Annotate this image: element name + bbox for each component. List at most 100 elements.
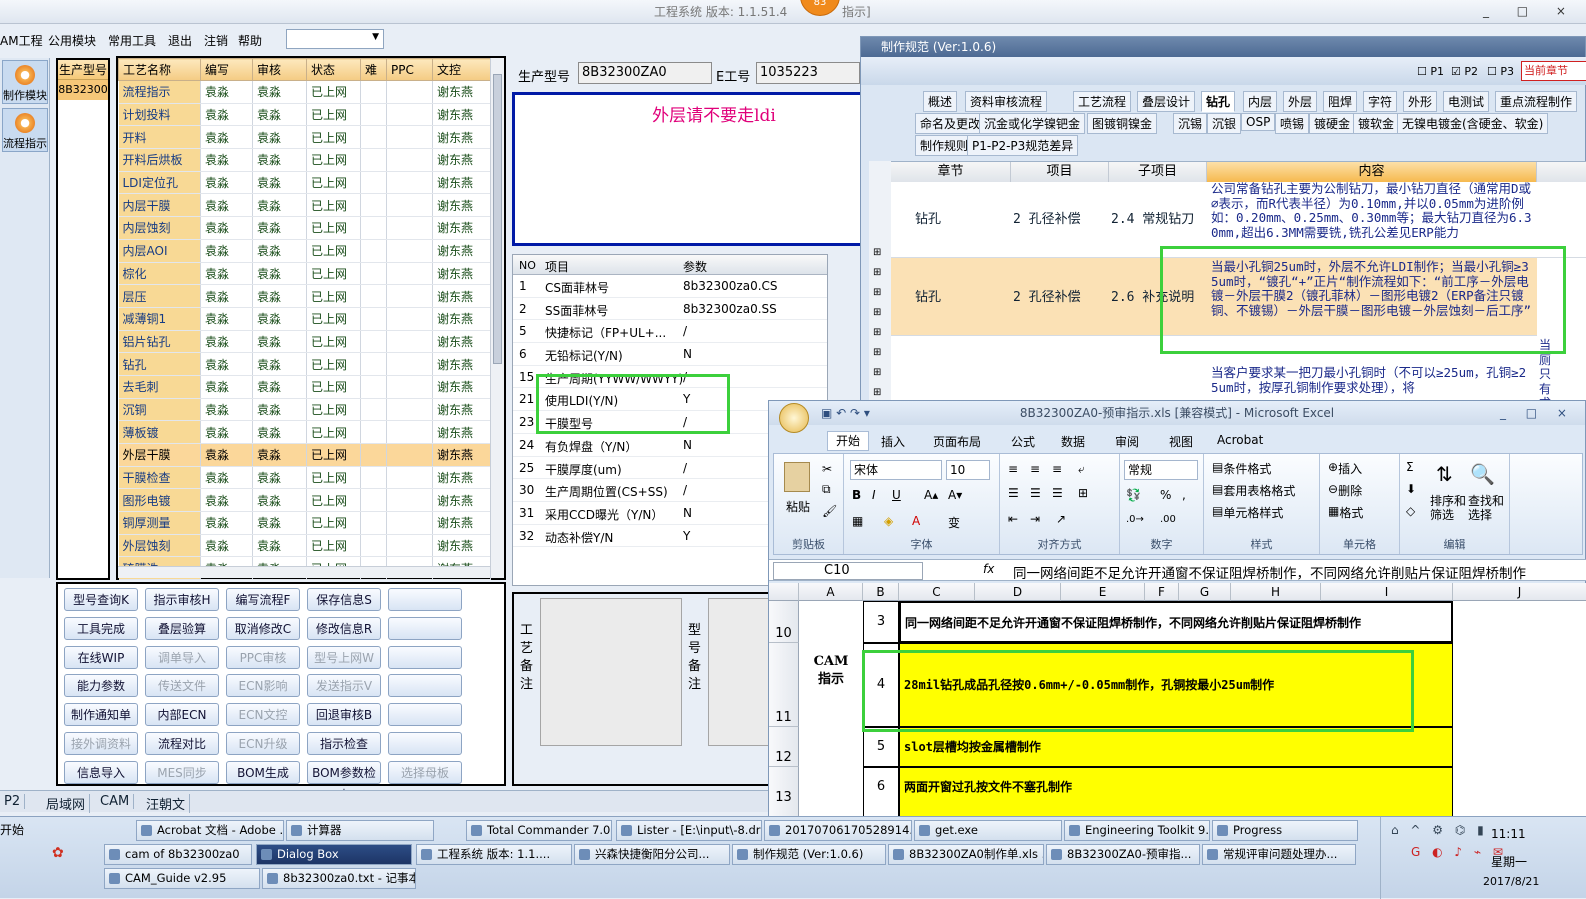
action-button[interactable]: 制作通知单	[64, 703, 138, 727]
process-row[interactable]: 图形电镀 袁淼 袁淼 已上网 谢东燕	[118, 488, 491, 513]
expand-icon[interactable]: ⊞	[873, 367, 881, 378]
process-remark-field[interactable]	[540, 598, 682, 746]
increase-indent-icon[interactable]: ⇥	[1030, 512, 1040, 526]
row-header[interactable]: 12	[769, 727, 799, 767]
process-col-header[interactable]: 编写	[200, 58, 253, 81]
fx-icon[interactable]: fx	[983, 562, 994, 576]
autosum-icon[interactable]: Σ	[1406, 460, 1414, 474]
process-row[interactable]: 开料 袁淼 袁淼 已上网 谢东燕	[118, 125, 491, 150]
align-bottom-icon[interactable]: ≡	[1052, 462, 1062, 476]
sort-filter-icon[interactable]: ⇅	[1436, 462, 1453, 486]
action-button[interactable]: PPC审核	[226, 645, 300, 669]
italic-icon[interactable]: I	[872, 488, 876, 502]
action-button[interactable]: ECN升级	[226, 732, 300, 755]
param-row[interactable]: 6 无铅标记(Y/N) N	[513, 343, 827, 366]
cell-style-button[interactable]: ▤ 单元格样式	[1212, 504, 1283, 520]
col-header[interactable]: B	[863, 583, 899, 601]
tray-icons[interactable]: ⌂ ^ ⚙ ⌬ ▮	[1391, 823, 1488, 837]
ribbon-tab[interactable]: Acrobat	[1217, 433, 1263, 447]
menu-exit[interactable]: 退出	[168, 32, 192, 49]
process-table-scrollbar[interactable]	[490, 58, 504, 578]
spec-tab[interactable]: 无镍电镀金(含硬金、软金)	[1397, 113, 1549, 134]
menu-dropdown[interactable]: ▼	[286, 29, 384, 49]
param-row[interactable]: 2 SS面菲林号 8b32300za0.SS	[513, 298, 827, 321]
spec-tab[interactable]: 字符	[1363, 91, 1398, 112]
border-icon[interactable]: ▦	[852, 514, 863, 528]
font-name-select[interactable]: 宋体	[850, 460, 942, 480]
process-row[interactable]: 干膜检查 袁淼 袁淼 已上网 谢东燕	[118, 466, 491, 490]
process-col-header[interactable]: PPC	[386, 58, 433, 81]
action-button[interactable]: ECN文控	[226, 703, 300, 727]
align-left-icon[interactable]: ☰	[1008, 486, 1019, 500]
action-button[interactable]: MES同步	[145, 760, 219, 784]
sort-filter-button[interactable]: 排序和筛选	[1430, 494, 1466, 522]
align-right-icon[interactable]: ☰	[1052, 486, 1063, 500]
taskbar-button[interactable]: 8B32300ZA0制作单.xls ...	[888, 844, 1044, 865]
merge-cells-icon[interactable]: ⊞	[1078, 486, 1088, 500]
action-button[interactable]: 型号查询K	[64, 588, 138, 611]
ribbon-tab[interactable]: 视图	[1169, 433, 1193, 450]
spec-tab[interactable]: 概述	[923, 91, 958, 112]
spec-tab[interactable]: 镀软金	[1353, 113, 1400, 134]
name-box[interactable]: C10	[773, 562, 923, 580]
process-row[interactable]: 沉铜 袁淼 袁淼 已上网 谢东燕	[118, 398, 491, 422]
percent-icon[interactable]: %	[1160, 488, 1171, 502]
taskbar-button[interactable]: Engineering Toolkit 9.0...	[1064, 820, 1210, 841]
process-table-hscrollbar[interactable]	[118, 566, 490, 578]
currency-icon[interactable]: 💱	[1126, 488, 1141, 502]
action-button[interactable]: 接外调资料	[64, 732, 138, 755]
process-row[interactable]: 去毛刺 袁淼 袁淼 已上网 谢东燕	[118, 375, 491, 399]
decrease-decimal-icon[interactable]: .00	[1160, 514, 1176, 525]
format-painter-icon[interactable]: 🖌	[822, 504, 837, 518]
instruction-number[interactable]: 5	[863, 727, 899, 767]
clear-icon[interactable]: ◇	[1406, 504, 1415, 518]
spec-tab[interactable]: 电测试	[1443, 91, 1490, 112]
taskbar-button[interactable]: get.exe	[914, 820, 1062, 841]
underline-icon[interactable]: U	[892, 488, 901, 502]
action-button[interactable]	[388, 732, 462, 755]
action-button[interactable]: 发送指示V	[307, 674, 381, 698]
spec-tab[interactable]: 资料审核流程	[965, 91, 1048, 112]
col-header[interactable]: H	[1231, 583, 1321, 601]
taskbar-button[interactable]: 20170706170528914....	[764, 820, 912, 841]
copy-icon[interactable]: ⧉	[822, 482, 831, 497]
action-button[interactable]: ECN影响	[226, 674, 300, 698]
process-row[interactable]: 层压 袁淼 袁淼 已上网 谢东燕	[118, 284, 491, 308]
instruction-number[interactable]: 6	[863, 767, 899, 817]
process-col-header[interactable]: 状态	[306, 58, 361, 81]
spec-tab[interactable]: P1-P2-P3规范差异	[967, 135, 1079, 156]
ribbon-tab[interactable]: 公式	[1011, 433, 1035, 450]
spec-tab[interactable]: 阻焊	[1323, 91, 1358, 112]
menu-tools[interactable]: 常用工具	[108, 32, 156, 49]
nav-make-module[interactable]: ● 制作模块	[2, 60, 48, 104]
expand-icon[interactable]: ⊞	[873, 387, 881, 398]
quick-access-toolbar[interactable]: ▣ ↶ ↷ ▾	[821, 401, 870, 425]
find-select-icon[interactable]: 🔍	[1470, 462, 1495, 486]
action-button[interactable]: BOM生成	[226, 760, 300, 784]
e-number-field[interactable]: 1035223	[756, 62, 860, 84]
model-field[interactable]: 8B32300ZA0	[578, 62, 712, 84]
col-header[interactable]: E	[1061, 583, 1145, 601]
taskbar-button[interactable]: Acrobat 文档 - Adobe ...	[136, 820, 284, 841]
expand-icon[interactable]: ⊞	[873, 327, 881, 338]
quicklaunch-icon[interactable]: ✿	[52, 845, 64, 861]
process-row[interactable]: 减薄铜1 袁淼 袁淼 已上网 谢东燕	[118, 307, 491, 331]
action-button[interactable]: 保存信息S	[307, 588, 381, 611]
spec-tab[interactable]: 镀硬金	[1309, 113, 1356, 134]
bold-icon[interactable]: B	[852, 488, 861, 502]
font-size-select[interactable]: 10	[946, 460, 990, 480]
spec-tab[interactable]: 沉银	[1207, 113, 1242, 134]
process-row[interactable]: LDI定位孔 袁淼 袁淼 已上网 谢东燕	[118, 171, 491, 195]
process-col-header[interactable]: 审核	[252, 58, 307, 81]
process-row[interactable]: 流程指示 袁淼 袁淼 已上网 谢东燕	[118, 80, 491, 104]
start-button[interactable]: 开始	[0, 821, 24, 838]
phonetic-icon[interactable]: 变	[948, 514, 960, 531]
conditional-format-button[interactable]: ▤ 条件格式	[1212, 460, 1271, 476]
action-button[interactable]: 选择母板	[388, 760, 462, 784]
action-button[interactable]: 型号上网W	[307, 645, 381, 669]
paste-icon[interactable]	[784, 462, 810, 492]
process-row[interactable]: 薄板镀 袁淼 袁淼 已上网 谢东燕	[118, 420, 491, 444]
grow-font-icon[interactable]: A▴	[924, 488, 938, 502]
menu-common-modules[interactable]: 公用模块	[48, 32, 96, 49]
col-header[interactable]: C	[899, 583, 975, 601]
